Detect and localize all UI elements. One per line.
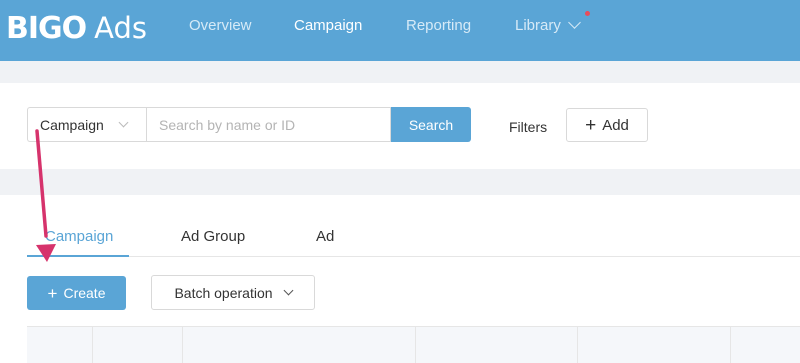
logo-bigo-text: BIGO <box>6 10 87 46</box>
search-button[interactable]: Search <box>391 107 471 142</box>
add-filter-button[interactable]: + Add <box>566 108 648 142</box>
table-header <box>27 326 800 363</box>
active-tab-indicator <box>27 255 129 257</box>
logo-ads-text: Ads <box>94 11 148 45</box>
batch-operation-dropdown[interactable]: Batch operation <box>151 275 315 310</box>
column-divider <box>415 327 416 363</box>
add-filter-label: Add <box>602 116 629 134</box>
create-label: Create <box>63 285 106 301</box>
search-type-value: Campaign <box>40 116 104 133</box>
tab-campaign[interactable]: Campaign <box>45 228 113 245</box>
search-group: Campaign Search <box>27 107 471 142</box>
batch-operation-label: Batch operation <box>174 284 273 301</box>
campaign-list-panel: Campaign Ad Group Ad + Create Batch oper… <box>0 195 800 363</box>
nav-library[interactable]: Library <box>515 16 581 34</box>
chevron-down-icon <box>118 117 129 128</box>
plus-icon: + <box>585 114 597 136</box>
notification-dot <box>585 11 590 16</box>
nav-campaign[interactable]: Campaign <box>294 17 362 34</box>
plus-icon: + <box>47 283 58 303</box>
column-divider <box>182 327 183 363</box>
top-nav-bar: BIGO Ads Overview Campaign Reporting Lib… <box>0 0 800 61</box>
search-input[interactable] <box>146 107 391 142</box>
chevron-down-icon <box>283 285 293 296</box>
search-panel: Campaign Search Filters + Add <box>0 83 800 169</box>
column-divider <box>730 327 731 363</box>
tab-ad[interactable]: Ad <box>316 228 334 245</box>
tabs-divider <box>27 256 800 257</box>
column-divider <box>577 327 578 363</box>
tab-ad-group[interactable]: Ad Group <box>181 228 245 245</box>
column-divider <box>92 327 93 363</box>
nav-reporting[interactable]: Reporting <box>406 17 471 34</box>
bigo-ads-logo[interactable]: BIGO Ads <box>6 8 147 48</box>
chevron-down-icon <box>567 16 581 29</box>
nav-library-label: Library <box>515 17 561 34</box>
search-type-select[interactable]: Campaign <box>27 107 146 142</box>
create-button[interactable]: + Create <box>27 276 126 310</box>
filters-label: Filters <box>509 119 548 135</box>
nav-overview[interactable]: Overview <box>189 17 252 34</box>
